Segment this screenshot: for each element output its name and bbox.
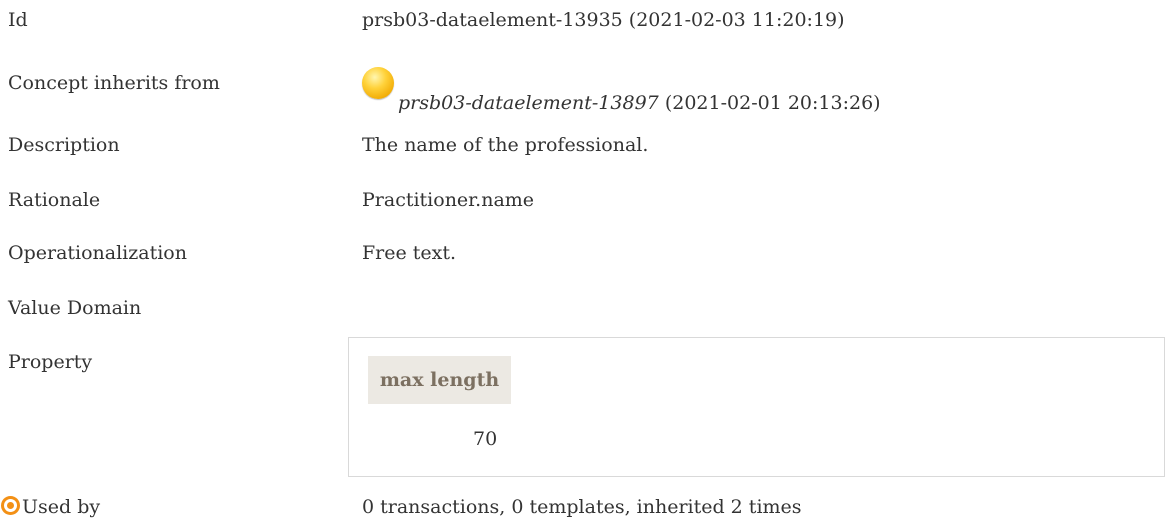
inherited-concept-date: (2021-02-01 20:13:26) <box>664 92 881 114</box>
target-icon[interactable] <box>1 496 20 515</box>
operationalization-label: Operationalization <box>8 242 187 264</box>
operationalization-value: Free text. <box>362 242 457 264</box>
max-length-value: 70 <box>473 428 498 450</box>
inherited-concept-link[interactable]: prsb03-dataelement-13897 <box>398 92 659 114</box>
used-by-label[interactable]: Used by <box>22 496 100 518</box>
property-table: max length 70 <box>348 337 1165 477</box>
rationale-value: Practitioner.name <box>362 189 535 211</box>
concept-inherits-value: prsb03-dataelement-13897 (2021-02-01 20:… <box>362 67 881 114</box>
property-label: Property <box>8 351 93 373</box>
max-length-header: max length <box>368 356 511 404</box>
yellow-ball-icon <box>362 67 394 99</box>
used-by-label-group: Used by <box>1 496 100 518</box>
used-by-value: 0 transactions, 0 templates, inherited 2… <box>362 496 802 518</box>
value-domain-label: Value Domain <box>8 297 142 319</box>
rationale-label: Rationale <box>8 189 101 211</box>
id-value: prsb03-dataelement-13935 (2021-02-03 11:… <box>362 9 845 31</box>
id-label: Id <box>8 9 28 31</box>
concept-inherits-label: Concept inherits from <box>8 72 220 94</box>
description-label: Description <box>8 134 120 156</box>
description-value: The name of the professional. <box>362 134 649 156</box>
